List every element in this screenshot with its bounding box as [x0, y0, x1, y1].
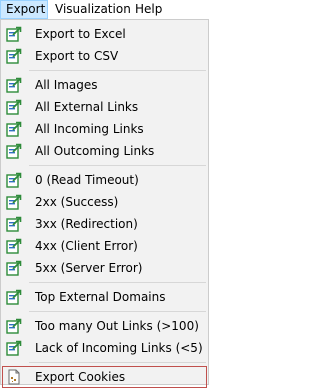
export-icon: [6, 77, 22, 93]
menu-help-label: Help: [135, 2, 163, 16]
menu-item-label: 0 (Read Timeout): [35, 173, 139, 187]
export-icon: [6, 340, 22, 356]
menu-item-export-to-excel[interactable]: Export to Excel: [2, 23, 207, 45]
menu-bar: Export Visualization Help: [0, 0, 209, 19]
export-icon: [6, 26, 22, 42]
menu-item-label: Lack of Incoming Links (<5): [35, 341, 203, 355]
export-icon: [6, 194, 22, 210]
menu-item-label: 2xx (Success): [35, 195, 119, 209]
menu-item-all-images[interactable]: All Images: [2, 74, 207, 96]
menu-separator: [29, 165, 206, 166]
export-icon: [6, 238, 22, 254]
menu-export[interactable]: Export: [0, 0, 48, 19]
export-icon: [6, 172, 22, 188]
menu-item-label: All Images: [35, 78, 98, 92]
menu-item-all-outcoming-links[interactable]: All Outcoming Links: [2, 140, 207, 162]
menu-item-label: All Incoming Links: [35, 122, 144, 136]
menu-item-all-external-links[interactable]: All External Links: [2, 96, 207, 118]
menu-item-label: All Outcoming Links: [35, 144, 155, 158]
export-icon: [6, 318, 22, 334]
menu-item-3xx-redirection[interactable]: 3xx (Redirection): [2, 213, 207, 235]
menu-item-label: Too many Out Links (>100): [35, 319, 199, 333]
menu-item-lack-of-incoming-links-5[interactable]: Lack of Incoming Links (<5): [2, 337, 207, 359]
export-icon: [6, 260, 22, 276]
menu-item-label: Export to Excel: [35, 27, 126, 41]
menu-item-all-incoming-links[interactable]: All Incoming Links: [2, 118, 207, 140]
menu-separator: [29, 311, 206, 312]
export-icon: [6, 289, 22, 305]
menu-item-label: 3xx (Redirection): [35, 217, 138, 231]
export-icon: [6, 48, 22, 64]
menu-item-2xx-success[interactable]: 2xx (Success): [2, 191, 207, 213]
menu-item-label: Export Cookies: [35, 370, 126, 384]
export-dropdown-menu: Export to Excel Export to CSV All Images Al…: [0, 19, 209, 388]
menu-item-4xx-client-error[interactable]: 4xx (Client Error): [2, 235, 207, 257]
menu-item-top-external-domains[interactable]: Top External Domains: [2, 286, 207, 308]
menu-item-label: Export to CSV: [35, 49, 119, 63]
menu-help[interactable]: Help: [129, 0, 168, 19]
menu-item-5xx-server-error[interactable]: 5xx (Server Error): [2, 257, 207, 279]
menu-separator: [29, 362, 206, 363]
menu-export-label: Export: [6, 2, 46, 16]
menu-item-label: All External Links: [35, 100, 139, 114]
menu-visualization-label: Visualization: [55, 2, 131, 16]
menu-item-export-to-csv[interactable]: Export to CSV: [2, 45, 207, 67]
export-icon: [6, 121, 22, 137]
export-icon: [6, 99, 22, 115]
menu-item-label: 5xx (Server Error): [35, 261, 143, 275]
menu-item-label: Top External Domains: [35, 290, 166, 304]
menu-item-label: 4xx (Client Error): [35, 239, 138, 253]
export-icon: [6, 143, 22, 159]
menu-item-too-many-out-links-100[interactable]: Too many Out Links (>100): [2, 315, 207, 337]
cookie-file-icon: [6, 369, 22, 385]
menu-item-0-read-timeout[interactable]: 0 (Read Timeout): [2, 169, 207, 191]
menu-separator: [29, 282, 206, 283]
menu-visualization[interactable]: Visualization: [49, 0, 137, 19]
menu-separator: [29, 70, 206, 71]
export-icon: [6, 216, 22, 232]
